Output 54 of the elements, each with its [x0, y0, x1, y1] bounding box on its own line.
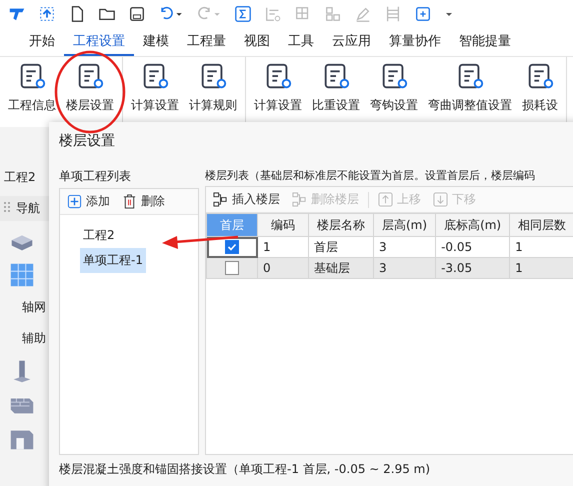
column-header[interactable]: 编码 [258, 214, 308, 236]
menu-tab[interactable]: 视图 [235, 32, 279, 56]
menu-tab[interactable]: 工程量 [178, 32, 235, 56]
column-header[interactable]: 相同层数 [510, 214, 573, 236]
hierarchy-icon [213, 192, 228, 207]
table-cell: 0 [258, 258, 308, 278]
hierarchy-icon [292, 192, 307, 207]
arrow-down-icon [433, 192, 448, 207]
arrow-up-icon [378, 192, 393, 207]
tree-item[interactable]: 工程2 [80, 223, 118, 248]
column-header[interactable]: 楼层名称 [308, 214, 374, 236]
ribbon-button[interactable]: 计算设置 [126, 57, 184, 127]
menu-tab[interactable]: 智能提量 [450, 32, 520, 56]
dialog-title: 楼层设置 [58, 132, 116, 151]
ribbon-button[interactable]: 计算规则 [184, 57, 242, 127]
pen-icon[interactable] [354, 5, 372, 23]
upload-icon[interactable] [38, 5, 56, 23]
table-cell: 基础层 [308, 258, 374, 278]
drag-handle-icon[interactable] [4, 202, 10, 212]
tree-item[interactable]: 单项工程-1 [80, 248, 146, 273]
menu-tab[interactable]: 工具 [279, 32, 323, 56]
column-header[interactable]: 层高(m) [374, 214, 436, 236]
panel-label: 楼层列表（基础层和标准层不能设置为首层。设置首层后，楼层编码 [205, 168, 536, 184]
frame-plus-icon[interactable] [414, 5, 432, 23]
table-cell: 1 [510, 258, 573, 278]
navigation-item[interactable]: 辅助 [0, 326, 46, 351]
menu-tab[interactable]: 云应用 [323, 32, 380, 56]
panel-label: 单项工程列表 [59, 168, 132, 185]
status-text: 楼层混凝土强度和锚固搭接设置（单项工程-1 首层, -0.05 ~ 2.95 m) [58, 461, 432, 478]
menu-tab[interactable]: 开始 [20, 32, 64, 56]
save-icon[interactable] [128, 5, 146, 23]
ribbon-button[interactable]: 计算设置 [249, 57, 307, 127]
column-header[interactable]: 底标高(m) [436, 214, 510, 236]
menu-tab[interactable]: 建模 [134, 32, 178, 56]
table-cell: -3.05 [436, 258, 510, 278]
ribbon-button[interactable]: 弯曲调整值设置 [423, 57, 517, 127]
add-icon [67, 194, 82, 209]
ribbon-button[interactable]: 工程信息 [3, 57, 61, 127]
ribbon-button[interactable]: 楼层设置 [61, 57, 119, 127]
sum-icon[interactable] [234, 5, 252, 23]
project-tab[interactable]: 工程2 [0, 165, 40, 190]
grid-icon[interactable] [8, 261, 36, 289]
trash-icon [122, 194, 137, 209]
ribbon-button[interactable]: 比重设置 [307, 57, 365, 127]
toolbar-button[interactable]: 插入楼层 [210, 189, 283, 210]
ribbon-button[interactable]: 弯钩设置 [365, 57, 423, 127]
ribbon-button[interactable]: 损耗设 [517, 57, 563, 127]
film-icon[interactable] [384, 5, 402, 23]
menu-tab[interactable]: 算量协作 [380, 32, 450, 56]
checkbox[interactable] [225, 261, 239, 276]
navigation-item[interactable]: 轴网 [0, 295, 46, 320]
toolbar-button[interactable]: 删除 [119, 191, 168, 212]
table-cell: 3 [374, 258, 436, 278]
checkbox[interactable] [225, 240, 239, 254]
